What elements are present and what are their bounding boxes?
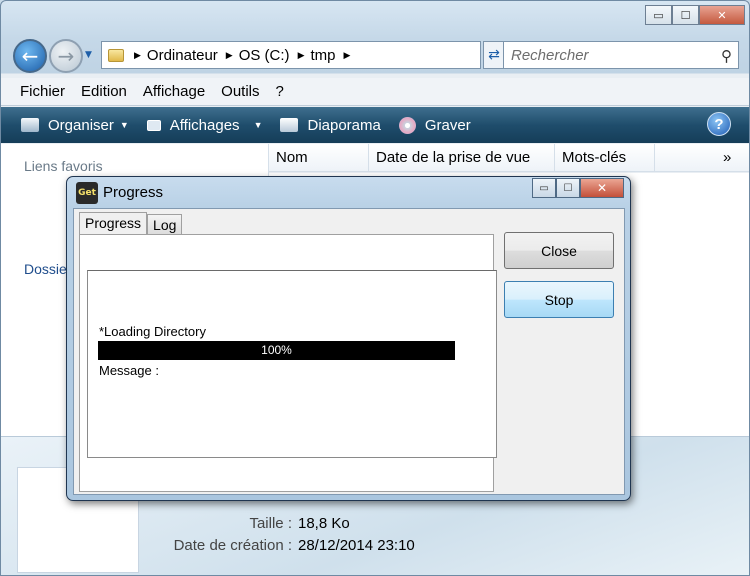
back-arrow-icon: ← (21, 44, 39, 68)
progress-label: 100% (261, 343, 292, 357)
history-dropdown-icon[interactable]: ▼ (85, 50, 92, 60)
maximize-icon: ☐ (680, 8, 691, 22)
tab-progress[interactable]: Progress (79, 212, 148, 234)
menu-affichage[interactable]: Affichage (143, 83, 205, 100)
breadcrumb-separator-icon[interactable]: ▶ (226, 50, 233, 61)
disc-icon (398, 116, 416, 134)
organize-icon (21, 118, 39, 132)
dialog-window-controls: ▭ ☐ ✕ (532, 178, 624, 198)
message-label: Message : (99, 363, 159, 378)
status-text: *Loading Directory (99, 324, 206, 339)
address-row: ← → ▼ ▶ Ordinateur ▶ OS (C:) ▶ tmp ▶ ▼ ⇄… (11, 39, 741, 73)
chevron-down-icon: ▼ (119, 120, 129, 130)
dialog-close-button[interactable]: ✕ (580, 178, 624, 198)
help-icon: ? (714, 115, 724, 133)
progress-dialog: Get Progress ▭ ☐ ✕ Progress Log *Loading… (66, 176, 631, 501)
search-placeholder: Rechercher (511, 47, 589, 64)
close-window-button[interactable]: ✕ (699, 5, 745, 25)
close-icon: ✕ (717, 8, 727, 22)
size-value: 18,8 Ko (298, 515, 350, 532)
dialog-minimize-button[interactable]: ▭ (532, 178, 556, 198)
column-nom[interactable]: Nom (269, 144, 369, 171)
double-chevron-right-icon: » (723, 149, 732, 166)
maximize-icon: ☐ (563, 182, 573, 194)
column-mots-cles-label: Mots-clés (562, 149, 627, 166)
close-button[interactable]: Close (504, 232, 614, 269)
forward-button[interactable]: → (49, 39, 83, 73)
menu-help[interactable]: ? (276, 83, 284, 100)
breadcrumb-separator-icon[interactable]: ▶ (344, 50, 351, 61)
breadcrumb-separator-icon[interactable]: ▶ (298, 50, 305, 61)
app-icon-text: Get (78, 188, 96, 198)
breadcrumb-drive[interactable]: OS (C:) (239, 47, 290, 64)
graver-label: Graver (424, 116, 471, 134)
column-date-label: Date de la prise de vue (376, 149, 531, 166)
minimize-button[interactable]: ▭ (645, 5, 672, 25)
tab-progress-label: Progress (85, 215, 142, 231)
organiser-label: Organiser (48, 116, 114, 134)
app-icon: Get (76, 182, 98, 204)
graver-button[interactable]: Graver (398, 116, 471, 134)
progress-group-box: *Loading Directory 100% Message : (87, 270, 497, 458)
views-icon (146, 119, 161, 131)
diaporama-label: Diaporama (307, 116, 381, 134)
favorites-header: Liens favoris (24, 158, 103, 174)
progress-tab-page: *Loading Directory 100% Message : (79, 234, 497, 492)
tab-log-label: Log (153, 217, 177, 233)
file-list-header: Nom Date de la prise de vue Mots-clés » (269, 144, 749, 172)
detail-size-row: Taille : 18,8 Ko (141, 515, 441, 532)
address-bar[interactable]: ▶ Ordinateur ▶ OS (C:) ▶ tmp ▶ ▼ (101, 41, 557, 69)
search-icon[interactable]: ⚲ (721, 47, 732, 65)
close-button-label: Close (541, 242, 577, 259)
refresh-button[interactable]: ⇄ (483, 41, 505, 69)
close-icon: ✕ (596, 181, 608, 195)
help-button[interactable]: ? (707, 112, 731, 136)
minimize-icon: ▭ (539, 182, 549, 194)
folders-header[interactable]: Dossie (24, 261, 67, 277)
maximize-button[interactable]: ☐ (672, 5, 699, 25)
affichages-label: Affichages (169, 116, 240, 134)
minimize-icon: ▭ (653, 8, 664, 22)
menu-bar: Fichier Edition Affichage Outils ? (1, 78, 749, 106)
dialog-maximize-button[interactable]: ☐ (556, 178, 580, 198)
slideshow-icon (280, 118, 299, 132)
tab-strip: Progress Log (79, 212, 183, 234)
menu-outils[interactable]: Outils (221, 83, 259, 100)
diaporama-button[interactable]: Diaporama (280, 116, 381, 134)
chevron-down-icon: ▼ (253, 120, 263, 130)
forward-arrow-icon: → (57, 44, 75, 68)
breadcrumb-tmp[interactable]: tmp (310, 47, 335, 64)
menu-edition[interactable]: Edition (81, 83, 127, 100)
column-mots-cles[interactable]: Mots-clés (555, 144, 655, 171)
refresh-icon: ⇄ (488, 47, 500, 63)
search-input[interactable]: Rechercher ⚲ (503, 41, 739, 69)
created-label: Date de création : (173, 537, 292, 554)
back-button[interactable]: ← (13, 39, 47, 73)
stop-button-label: Stop (544, 291, 574, 308)
progress-bar: 100% (98, 341, 455, 360)
window-controls: ▭ ☐ ✕ (645, 5, 745, 25)
tab-log[interactable]: Log (147, 214, 183, 234)
affichages-button[interactable]: Affichages ▼ (146, 116, 263, 134)
breadcrumb-separator-icon[interactable]: ▶ (134, 50, 141, 61)
organiser-button[interactable]: Organiser ▼ (21, 117, 129, 134)
menu-fichier[interactable]: Fichier (20, 83, 65, 100)
detail-created-row: Date de création : 28/12/2014 23:10 (141, 537, 441, 554)
breadcrumb-ordinateur[interactable]: Ordinateur (147, 47, 218, 64)
dialog-title: Progress (103, 184, 164, 201)
created-value: 28/12/2014 23:10 (298, 537, 415, 554)
column-nom-label: Nom (276, 149, 308, 166)
more-columns-button[interactable]: » (655, 144, 731, 171)
size-label: Taille : (249, 515, 292, 532)
command-bar: Organiser ▼ Affichages ▼ Diaporama Graver … (1, 107, 749, 143)
column-date[interactable]: Date de la prise de vue (369, 144, 555, 171)
dialog-body: Progress Log *Loading Directory 100% Mes… (73, 208, 625, 495)
folder-icon (108, 48, 124, 62)
stop-button[interactable]: Stop (504, 281, 614, 318)
